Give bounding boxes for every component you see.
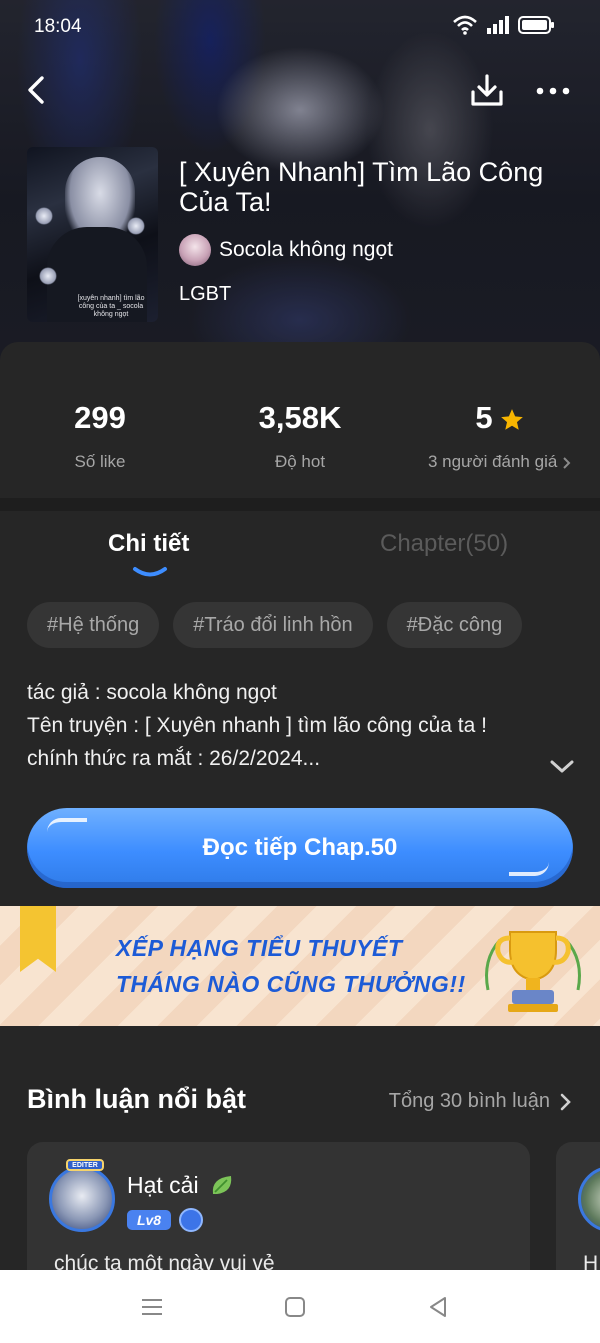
comments-title: Bình luận nổi bật xyxy=(27,1084,246,1114)
avatar-frame-badge: EDITER xyxy=(66,1159,104,1171)
download-icon[interactable] xyxy=(468,72,506,110)
continue-reading-button[interactable]: Đọc tiếp Chap.50 xyxy=(27,808,573,888)
tab-indicator xyxy=(133,567,167,577)
hot-label: Độ hot xyxy=(274,452,326,471)
leaf-icon xyxy=(212,1176,232,1194)
tag-chip[interactable]: #Đặc công xyxy=(386,602,523,648)
stat-likes: 299 Số like xyxy=(0,398,200,472)
section-divider xyxy=(0,498,600,511)
tag-list: #Hệ thống #Tráo đổi linh hồn #Đặc công xyxy=(27,602,523,648)
story-title: [ Xuyên Nhanh] Tìm Lão Công Của Ta! xyxy=(179,157,544,217)
continue-reading-label: Đọc tiếp Chap.50 xyxy=(202,834,398,861)
commenter-name[interactable]: Hạt cải xyxy=(127,1172,199,1199)
status-bar: 18:04 xyxy=(0,0,600,54)
back-icon[interactable] xyxy=(22,72,54,108)
story-detail-screen: 18:04 [xuyên nhanh] tìm lão công của ta … xyxy=(0,0,600,1343)
top-bar xyxy=(0,60,600,120)
banner-text: XẾP HẠNG TIỂU THUYẾT THÁNG NÀO CŨNG THƯỞ… xyxy=(116,935,466,997)
tab-detail[interactable]: Chi tiết xyxy=(108,530,189,558)
star-icon xyxy=(500,408,523,430)
menu-icon[interactable] xyxy=(139,1294,165,1320)
rating-count-label: 3 người đánh giá xyxy=(427,452,558,471)
author-name[interactable]: Socola không ngọt xyxy=(219,238,393,262)
level-badge: Lv8 xyxy=(127,1210,171,1230)
chevron-down-icon[interactable] xyxy=(548,754,576,778)
verified-badge-icon xyxy=(179,1208,203,1232)
chevron-right-icon[interactable] xyxy=(558,1092,574,1112)
tab-chapter[interactable]: Chapter(50) xyxy=(380,530,508,558)
more-icon[interactable] xyxy=(532,74,574,108)
description-line: chính thức ra mắt : 26/2/2024... xyxy=(27,747,321,770)
tag-chip[interactable]: #Tráo đổi linh hồn xyxy=(173,602,373,648)
commenter-avatar[interactable]: EDITER xyxy=(49,1159,115,1232)
detail-panel: 299 Số like 3,58K Độ hot 5 3 người đánh … xyxy=(0,342,600,1343)
likes-label: Số like xyxy=(74,452,126,471)
ranking-banner[interactable]: XẾP HẠNG TIỂU THUYẾT THÁNG NÀO CŨNG THƯỞ… xyxy=(0,906,600,1026)
ribbon-icon xyxy=(20,906,56,972)
hot-count: 3,58K xyxy=(258,400,342,435)
description-line: Tên truyện : [ Xuyên nhanh ] tìm lão côn… xyxy=(27,714,487,737)
chevron-right-icon xyxy=(563,456,571,469)
comments-total-link[interactable]: Tổng 30 bình luận xyxy=(389,1090,550,1113)
stat-hot: 3,58K Độ hot xyxy=(200,398,400,472)
signal-icon xyxy=(487,16,509,34)
status-icons xyxy=(452,14,556,36)
battery-icon xyxy=(518,16,554,34)
system-nav-bar xyxy=(0,1270,600,1343)
cover-text: [xuyên nhanh] tìm lão công của ta _ soco… xyxy=(77,295,145,318)
back-nav-icon[interactable] xyxy=(425,1294,451,1320)
author-row[interactable]: Socola không ngọt xyxy=(179,233,393,267)
commenter-avatar[interactable] xyxy=(578,1166,600,1232)
stats-row: 299 Số like 3,58K Độ hot 5 3 người đánh … xyxy=(0,342,600,498)
comments-header: Bình luận nổi bật Tổng 30 bình luận xyxy=(0,1076,600,1126)
likes-count: 299 xyxy=(74,400,126,435)
stat-rating[interactable]: 5 3 người đánh giá xyxy=(400,398,600,472)
tabs: Chi tiết Chapter(50) xyxy=(0,512,600,582)
home-icon[interactable] xyxy=(282,1294,308,1320)
trophy-icon xyxy=(485,931,581,1012)
tag-chip[interactable]: #Hệ thống xyxy=(27,602,160,648)
rating-value: 5 xyxy=(475,400,493,435)
story-description: tác giả : socola không ngọt Tên truyện :… xyxy=(27,676,547,775)
story-cover[interactable]: [xuyên nhanh] tìm lão công của ta _ soco… xyxy=(27,147,158,322)
author-avatar[interactable] xyxy=(179,234,211,266)
story-genre[interactable]: LGBT xyxy=(179,283,231,306)
description-line: tác giả : socola không ngọt xyxy=(27,681,277,704)
status-time: 18:04 xyxy=(34,16,82,37)
wifi-icon xyxy=(453,15,477,35)
